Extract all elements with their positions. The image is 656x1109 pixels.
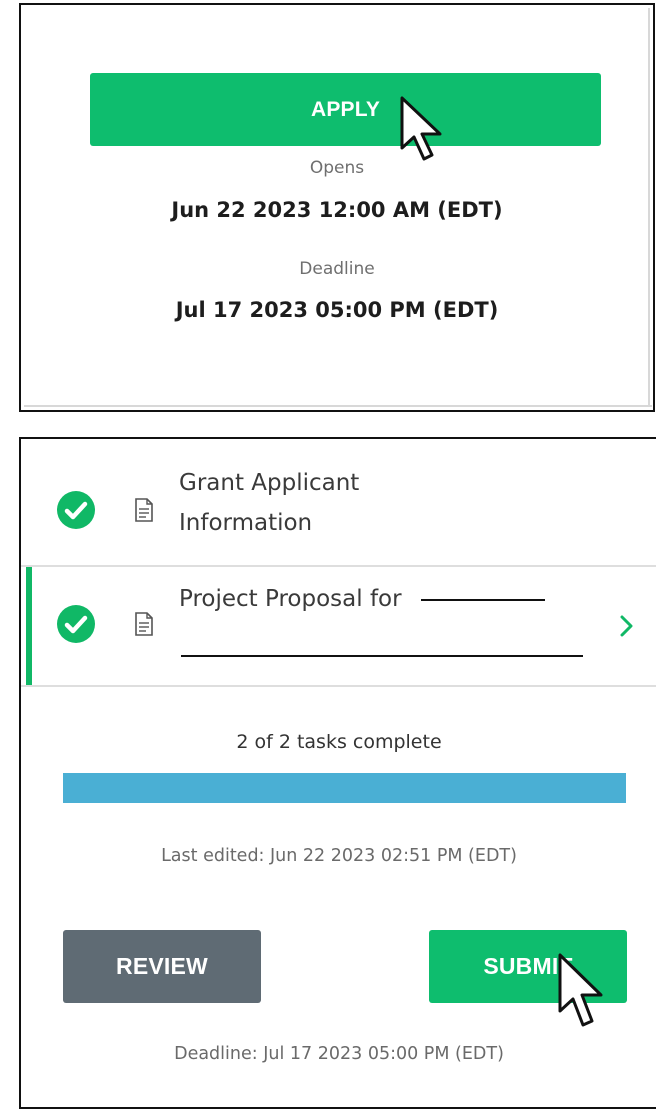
apply-panel: APPLY Opens Jun 22 2023 12:00 AM (EDT) D… [19, 3, 655, 412]
check-circle-icon [57, 491, 95, 529]
deadline-label: Deadline [299, 259, 375, 279]
last-edited-text: Last edited: Jun 22 2023 02:51 PM (EDT) [161, 846, 517, 866]
document-icon [135, 498, 153, 522]
progress-bar [63, 773, 626, 803]
progress-bar-fill [63, 773, 626, 803]
opens-label: Opens [309, 158, 365, 178]
task-label: Grant Applicant Information [179, 470, 360, 536]
check-circle-icon [57, 605, 95, 643]
task-item-project-proposal[interactable]: Project Proposal for [21, 567, 656, 685]
pointer-cursor-icon [400, 96, 442, 161]
pointer-cursor-icon [558, 953, 603, 1027]
panel-inner-edge [24, 405, 652, 407]
task-item-grant-applicant[interactable]: Grant Applicant Information [21, 439, 656, 565]
deadline-value: Jul 17 2023 05:00 PM (EDT) [175, 298, 499, 322]
progress-text: 2 of 2 tasks complete [236, 731, 442, 753]
apply-button[interactable]: APPLY [90, 73, 601, 146]
review-button[interactable]: REVIEW [63, 930, 261, 1003]
review-button-label: REVIEW [116, 953, 208, 979]
divider [21, 685, 656, 687]
apply-button-label: APPLY [310, 97, 381, 121]
opens-value: Jun 22 2023 12:00 AM (EDT) [171, 198, 503, 222]
deadline-text: Deadline: Jul 17 2023 05:00 PM (EDT) [174, 1044, 504, 1064]
selected-indicator [26, 567, 32, 685]
chevron-right-icon [620, 615, 633, 637]
blank-line [420, 598, 545, 601]
blank-line [181, 655, 583, 657]
document-icon [135, 612, 153, 636]
task-label: Project Proposal for [179, 579, 545, 619]
